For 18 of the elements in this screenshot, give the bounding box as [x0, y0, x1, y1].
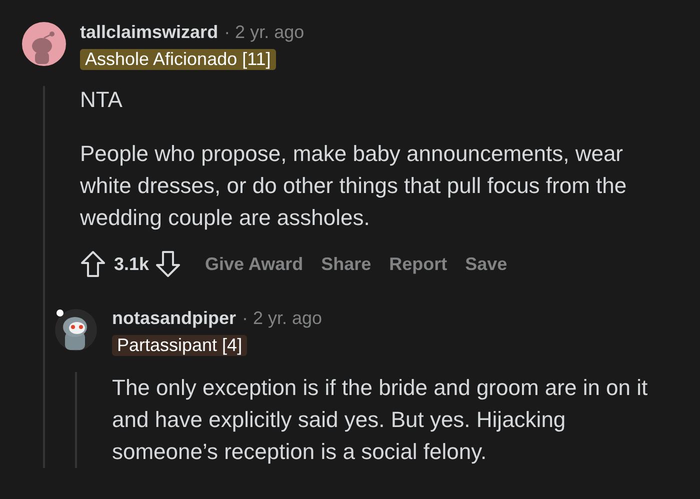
comment-text: NTA [80, 86, 124, 114]
action-button[interactable]: Share [313, 250, 380, 278]
timestamp: · 2 yr. ago [224, 22, 304, 43]
action-button[interactable]: Give Award [197, 250, 312, 278]
action-button[interactable]: Save [457, 250, 516, 278]
comment-text: People who propose, make baby announcements, wear white dresses, or do other things that pull focus from the wedding couple are assholes. [80, 140, 628, 232]
comment-text: The only exception is if the bride and groom are in on it and have explicitly said yes. But yes. Hijacking someone’s reception is a social felony. [112, 374, 649, 466]
upvote-icon[interactable] [80, 250, 106, 278]
username[interactable]: notasandpiper [112, 308, 236, 329]
avatar-icon[interactable] [22, 22, 66, 66]
action-button[interactable]: Report [381, 250, 456, 278]
user-flair: Partassipant [4] [112, 335, 248, 356]
avatar-icon[interactable] [54, 308, 98, 352]
vote-count: 3.1k [114, 254, 150, 274]
username[interactable]: tallclaimswizard [80, 22, 218, 43]
downvote-icon[interactable] [155, 250, 182, 278]
user-flair: Asshole Aficionado [11] [80, 49, 276, 70]
timestamp: · 2 yr. ago [242, 308, 322, 329]
